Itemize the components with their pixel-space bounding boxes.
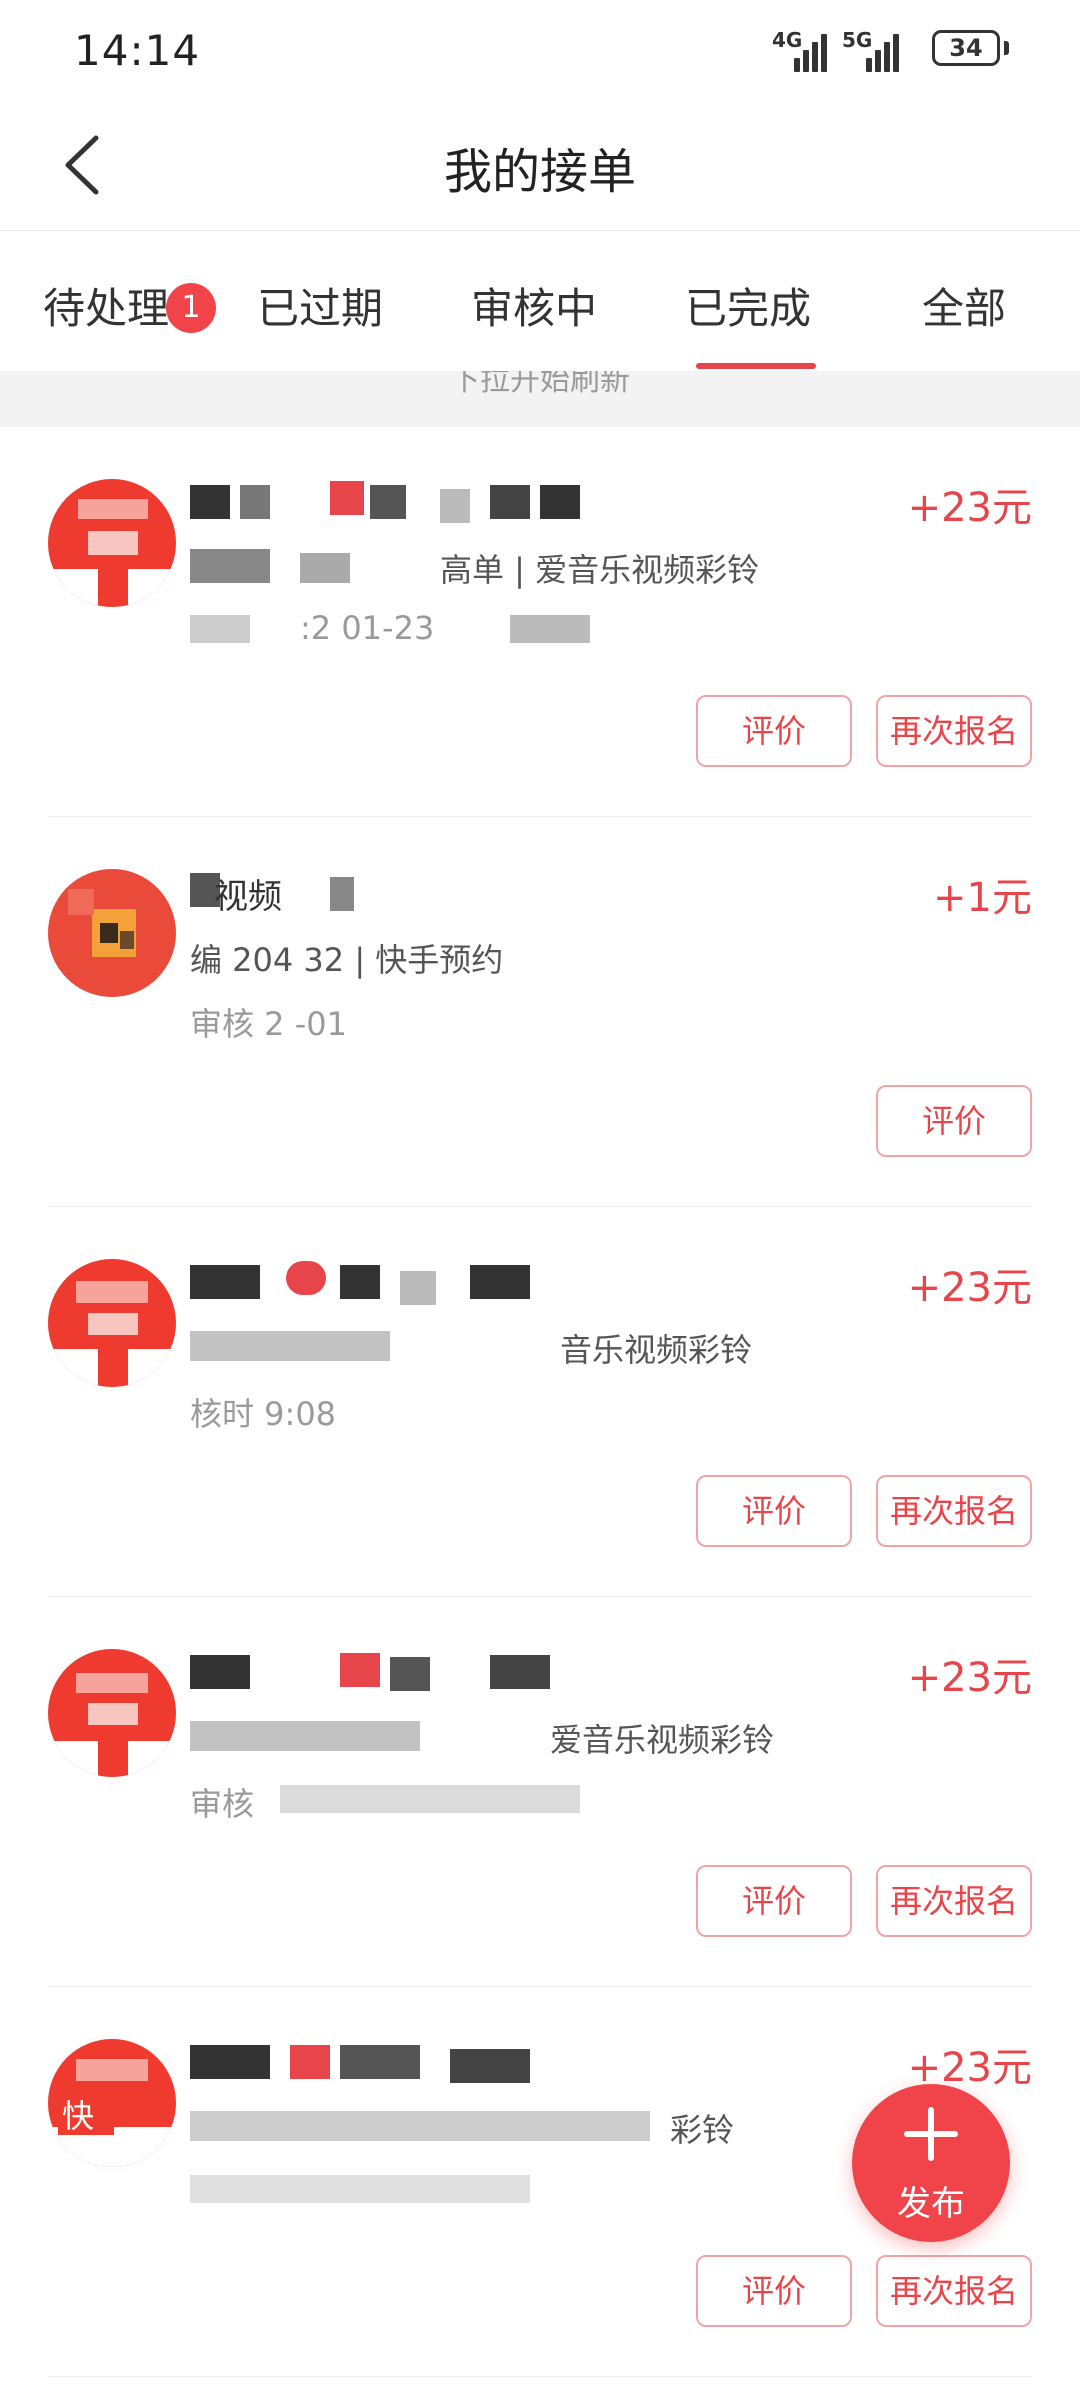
tab-expired-label: 已过期 [256,284,383,333]
battery-icon: 34 [932,30,1000,66]
rate-button[interactable]: 评价 [696,1865,852,1937]
tab-reviewing[interactable]: 审核中 [434,275,634,336]
order-reward: +1元 [933,875,1032,921]
rate-button[interactable]: 评价 [696,2255,852,2327]
nav-bar: 我的接单 [0,100,1080,231]
order-meta: 审核 2 -01 [190,1005,347,1043]
tab-expired[interactable]: 已过期 [220,275,420,336]
page-title: 我的接单 [443,144,636,200]
order-meta: 核时 9:08 [190,1395,337,1433]
tab-pending-label: 待处理 [42,284,169,333]
rate-button[interactable]: 评价 [696,1475,852,1547]
publish-fab-button[interactable]: 发布 [852,2084,1010,2242]
avatar [48,869,176,997]
signal-4g-icon: 4G [772,28,828,72]
avatar [48,1259,176,1387]
order-card[interactable]: 音乐视频彩铃 核时 9:08 +23元 评价 再次报名 [0,1207,1080,1597]
active-tab-indicator [696,363,816,369]
order-title-blurred [190,1261,610,1305]
rate-button[interactable]: 评价 [696,695,852,767]
status-time: 14:14 [74,26,201,75]
order-reward: +23元 [907,1265,1032,1311]
tab-pending-badge: 1 [166,283,216,333]
order-title-blurred [190,2041,610,2083]
tab-reviewing-label: 审核中 [470,284,597,333]
reapply-button[interactable]: 再次报名 [876,695,1032,767]
order-card[interactable]: 视频 编 204 32 | 快手预约 审核 2 -01 +1元 评价 [0,817,1080,1207]
plus-icon [852,2098,1010,2178]
order-subtitle: 音乐视频彩铃 [190,1325,752,1371]
order-card[interactable]: 爱音乐视频彩铃 审核 +23元 评价 再次报名 [0,1597,1080,1987]
status-bar: 14:14 4G 5G 34 [0,0,1080,100]
avatar: 快 [48,2039,176,2167]
order-reward: +23元 [907,1655,1032,1701]
order-meta: 审核 [190,1779,580,1825]
order-title-blurred [190,1651,610,1693]
order-subtitle: 爱音乐视频彩铃 [190,1715,774,1761]
publish-label: 发布 [897,2184,965,2224]
rate-button[interactable]: 评价 [876,1085,1032,1157]
order-subtitle: 彩铃 [190,2105,734,2151]
reapply-button[interactable]: 再次报名 [876,1865,1032,1937]
tab-bar: 待处理 1 已过期 审核中 已完成 全部 [0,231,1080,371]
tab-all[interactable]: 全部 [864,275,1064,336]
battery-tip [1004,41,1009,55]
order-title-blurred: 视频 [190,871,610,917]
order-meta: :2 01-23 [190,609,590,647]
reapply-button[interactable]: 再次报名 [876,1475,1032,1547]
signal-5g-icon: 5G [842,28,902,72]
pull-refresh-hint: 下拉开始刷新 [0,371,1080,427]
divider [48,2376,1032,2377]
tab-all-label: 全部 [921,284,1006,333]
avatar [48,479,176,607]
order-title-blurred [190,481,610,523]
tab-completed-label: 已完成 [684,284,811,333]
order-reward: +23元 [907,485,1032,531]
order-subtitle: 高单 | 爱音乐视频彩铃 [190,545,759,591]
avatar-badge: 快 [62,2097,95,2135]
reapply-button[interactable]: 再次报名 [876,2255,1032,2327]
tab-pending[interactable]: 待处理 1 [6,275,216,336]
order-subtitle: 编 204 32 | 快手预约 [190,941,504,979]
order-card[interactable]: 高单 | 爱音乐视频彩铃 :2 01-23 +23元 评价 再次报名 [0,427,1080,817]
tab-completed[interactable]: 已完成 [648,275,848,336]
pull-refresh-text: 下拉开始刷新 [450,371,630,398]
battery-level: 34 [949,34,983,62]
avatar [48,1649,176,1777]
